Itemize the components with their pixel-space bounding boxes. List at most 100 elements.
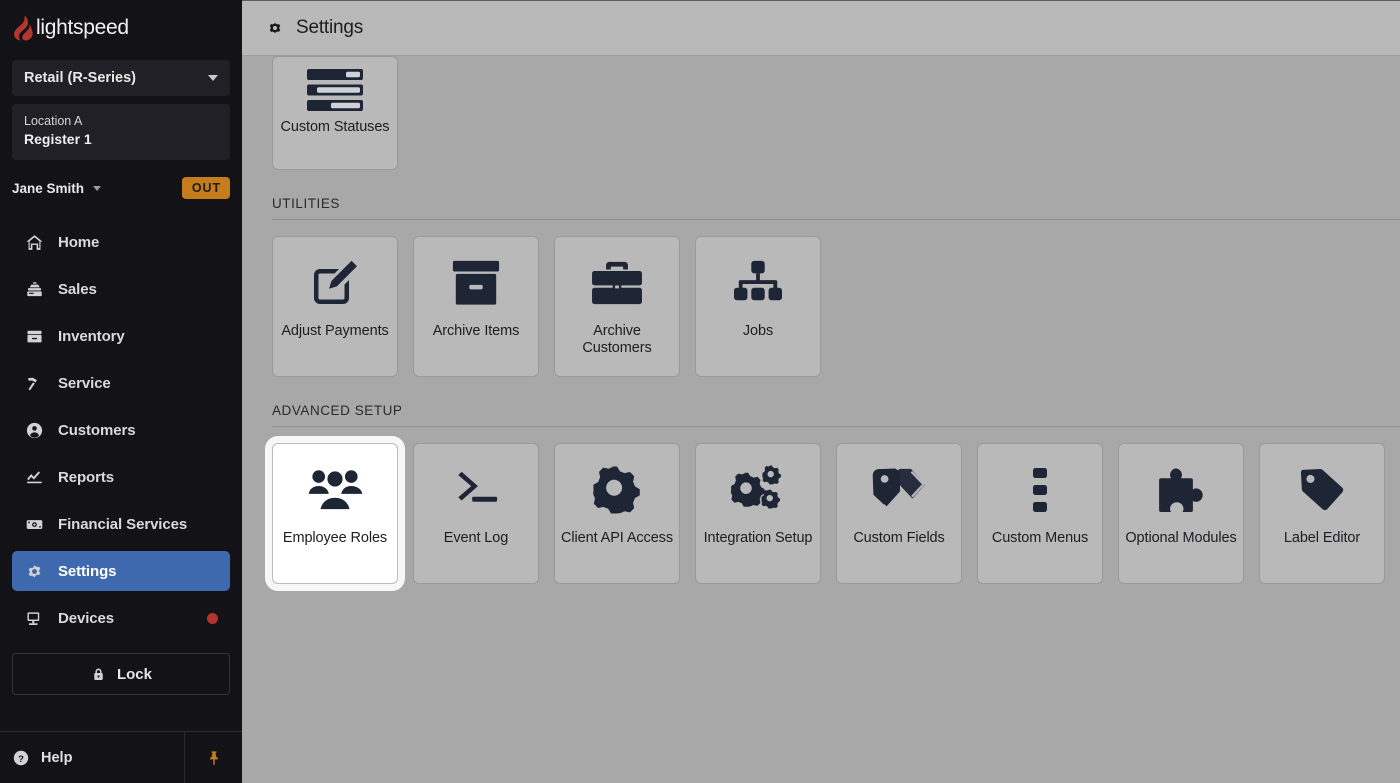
settings-card-label: Event Log	[443, 530, 509, 546]
puzzle-piece-icon	[1119, 444, 1243, 530]
settings-card-label: Adjust Payments	[281, 323, 389, 339]
settings-card-label: Custom Menus	[991, 530, 1089, 546]
tags-icon	[837, 444, 961, 530]
location-label: Location A	[24, 114, 83, 128]
svg-text:?: ?	[18, 753, 24, 764]
sidebar-footer: ? Help	[0, 731, 242, 783]
sidebar-item-devices[interactable]: Devices	[12, 598, 230, 638]
settings-card-label: Custom Statuses	[280, 119, 390, 135]
settings-card-label: Optional Modules	[1125, 530, 1237, 546]
tag-icon	[1260, 444, 1384, 530]
line-chart-icon	[24, 467, 44, 487]
status-bars-icon	[273, 57, 397, 119]
nav-divider-spacer	[0, 591, 242, 598]
settings-section-partial-grid: Custom Statuses	[272, 56, 1400, 170]
sidebar-nav: Home Sales Inventory Service Customers R…	[0, 222, 242, 638]
settings-scroll-area[interactable]: Custom Statuses UTILITIES Adjust Payment…	[242, 56, 1400, 783]
section-heading-advanced-setup: ADVANCED SETUP	[272, 403, 403, 418]
sidebar-item-financial-services[interactable]: Financial Services	[12, 504, 230, 544]
briefcase-icon	[555, 237, 679, 323]
clock-out-badge[interactable]: OUT	[181, 177, 230, 199]
brand-logo[interactable]: lightspeed	[0, 0, 242, 56]
sidebar-item-label: Customers	[58, 421, 136, 439]
lock-button-wrapper: Lock	[0, 653, 242, 695]
section-heading-utilities: UTILITIES	[272, 196, 340, 211]
pushpin-icon	[205, 749, 223, 767]
settings-card-employee-roles[interactable]: Employee Roles	[265, 436, 405, 591]
settings-grid-utilities: Adjust Payments Archive Items Archive Cu…	[272, 236, 1400, 377]
sidebar-item-settings[interactable]: Settings	[12, 551, 230, 591]
settings-card-label-editor[interactable]: Label Editor	[1259, 443, 1385, 584]
settings-card-archive-customers[interactable]: Archive Customers	[554, 236, 680, 377]
sidebar-item-home[interactable]: Home	[12, 222, 230, 262]
sidebar-item-reports[interactable]: Reports	[12, 457, 230, 497]
people-group-icon	[273, 444, 397, 530]
terminal-prompt-icon	[414, 444, 538, 530]
sidebar-item-label: Reports	[58, 468, 114, 486]
lock-button-label: Lock	[116, 665, 152, 683]
settings-card-event-log[interactable]: Event Log	[413, 443, 539, 584]
gear-icon	[24, 561, 44, 581]
register-label: Register 1	[24, 131, 92, 147]
multi-gears-icon	[696, 444, 820, 530]
settings-card-jobs[interactable]: Jobs	[695, 236, 821, 377]
settings-card-archive-items[interactable]: Archive Items	[413, 236, 539, 377]
sidebar-item-label: Inventory	[58, 327, 125, 345]
settings-card-label: Client API Access	[561, 530, 673, 546]
help-button[interactable]: ? Help	[0, 732, 184, 783]
sidebar-item-label: Home	[58, 233, 100, 251]
pin-sidebar-button[interactable]	[184, 732, 242, 783]
settings-card-custom-statuses[interactable]: Custom Statuses	[272, 56, 398, 170]
brand-name: lightspeed	[36, 16, 129, 39]
sidebar: lightspeed Retail (R-Series) Location A …	[0, 0, 242, 783]
sidebar-item-label: Settings	[58, 562, 117, 580]
sidebar-item-label: Financial Services	[58, 515, 188, 533]
page-header: Settings	[242, 0, 1400, 56]
help-label: Help	[41, 749, 73, 766]
settings-card-label: Integration Setup	[703, 530, 813, 546]
settings-card-label: Employee Roles	[282, 530, 388, 546]
archive-box-icon	[414, 237, 538, 323]
settings-card-label: Custom Fields	[853, 530, 945, 546]
settings-card-custom-menus[interactable]: Custom Menus	[977, 443, 1103, 584]
location-register-box[interactable]: Location A Register 1	[12, 104, 230, 160]
vertical-dots-icon	[978, 444, 1102, 530]
sidebar-item-sales[interactable]: Sales	[12, 269, 230, 309]
sidebar-item-label: Sales	[58, 280, 97, 298]
settings-grid-advanced-setup: Employee Roles Event Log Client API Acce…	[265, 436, 1400, 591]
settings-card-integration-setup[interactable]: Integration Setup	[695, 443, 821, 584]
page-title: Settings	[296, 17, 364, 38]
hammer-icon	[24, 373, 44, 393]
series-selector-label: Retail (R-Series)	[24, 70, 137, 86]
gear-icon	[555, 444, 679, 530]
user-name: Jane Smith	[12, 180, 85, 196]
sidebar-item-inventory[interactable]: Inventory	[12, 316, 230, 356]
settings-card-optional-modules[interactable]: Optional Modules	[1118, 443, 1244, 584]
settings-card-label: Jobs	[742, 323, 774, 339]
org-chart-icon	[696, 237, 820, 323]
settings-card-client-api-access[interactable]: Client API Access	[554, 443, 680, 584]
gear-icon	[266, 19, 284, 37]
settings-card-label: Archive Items	[432, 323, 520, 339]
sidebar-item-label: Service	[58, 374, 111, 392]
question-circle-icon: ?	[12, 749, 30, 767]
banknote-icon	[24, 514, 44, 534]
series-selector[interactable]: Retail (R-Series)	[12, 60, 230, 96]
settings-card-adjust-payments[interactable]: Adjust Payments	[272, 236, 398, 377]
user-menu[interactable]: Jane Smith	[12, 180, 102, 196]
padlock-icon	[90, 666, 107, 683]
inventory-box-icon	[24, 326, 44, 346]
sidebar-item-customers[interactable]: Customers	[12, 410, 230, 450]
edit-square-pencil-icon	[273, 237, 397, 323]
lock-button[interactable]: Lock	[12, 653, 230, 695]
user-circle-icon	[24, 420, 44, 440]
section-divider	[272, 426, 1400, 427]
flame-logo-icon	[12, 15, 34, 41]
caret-down-icon	[93, 185, 102, 191]
settings-card-custom-fields[interactable]: Custom Fields	[836, 443, 962, 584]
user-row: Jane Smith OUT	[12, 166, 230, 210]
settings-card-label: Label Editor	[1283, 530, 1361, 546]
sidebar-item-service[interactable]: Service	[12, 363, 230, 403]
cash-register-icon	[24, 279, 44, 299]
